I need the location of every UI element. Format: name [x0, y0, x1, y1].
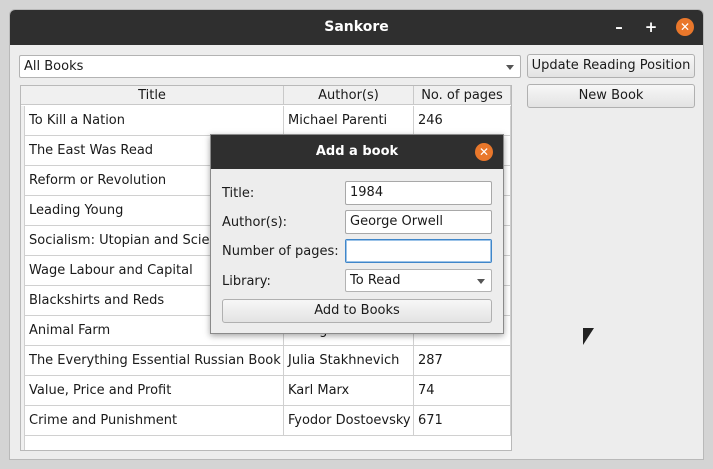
mouse-cursor-icon [583, 328, 594, 345]
table-cell-pages[interactable]: 671 [414, 406, 511, 436]
table-cell-author[interactable]: Fyodor Dostoevsky [284, 406, 414, 436]
column-header-authors[interactable]: Author(s) [284, 86, 414, 105]
table-cell-pages[interactable]: 74 [414, 376, 511, 406]
minimize-icon[interactable]: – [610, 18, 628, 36]
dialog-title: Add a book [315, 144, 399, 159]
table-cell-author[interactable]: Michael Parenti [284, 106, 414, 136]
library-label: Library: [222, 274, 271, 289]
table-cell-pages[interactable]: 287 [414, 346, 511, 376]
new-book-button[interactable]: New Book [527, 84, 695, 108]
library-select[interactable]: To Read [345, 269, 492, 292]
library-filter-select[interactable]: All Books [19, 55, 521, 78]
update-reading-position-button[interactable]: Update Reading Position [527, 54, 695, 78]
close-icon[interactable]: ✕ [676, 18, 694, 36]
chevron-down-icon [477, 279, 485, 284]
window-titlebar[interactable]: Sankore – + ✕ [10, 10, 703, 45]
table-cell-author[interactable]: Julia Stakhnevich [284, 346, 414, 376]
maximize-icon[interactable]: + [642, 18, 660, 36]
chevron-down-icon [506, 65, 514, 70]
title-input[interactable]: 1984 [345, 181, 492, 205]
column-header-pages[interactable]: No. of pages [414, 86, 511, 105]
dialog-close-icon[interactable]: ✕ [475, 143, 493, 161]
table-cell-author[interactable]: Karl Marx [284, 376, 414, 406]
library-select-value: To Read [350, 273, 401, 288]
library-filter-value: All Books [24, 59, 84, 74]
pages-input[interactable] [345, 239, 492, 263]
table-cell-title[interactable]: Crime and Punishment [25, 406, 284, 436]
column-header-title[interactable]: Title [21, 86, 284, 105]
window-title: Sankore [324, 19, 389, 35]
table-cell-pages[interactable]: 246 [414, 106, 511, 136]
title-label: Title: [222, 186, 255, 201]
table-cell-title[interactable]: Value, Price and Profit [25, 376, 284, 406]
table-cell-title[interactable]: The Everything Essential Russian Book [25, 346, 284, 376]
add-to-books-button[interactable]: Add to Books [222, 299, 492, 323]
pages-label: Number of pages: [222, 244, 339, 259]
authors-label: Author(s): [222, 215, 288, 230]
authors-input[interactable]: George Orwell [345, 210, 492, 234]
dialog-titlebar[interactable]: Add a book [211, 135, 503, 169]
table-cell-title[interactable]: To Kill a Nation [25, 106, 284, 136]
add-book-dialog: Add a book ✕ Title: 1984 Author(s): Geor… [210, 134, 504, 334]
